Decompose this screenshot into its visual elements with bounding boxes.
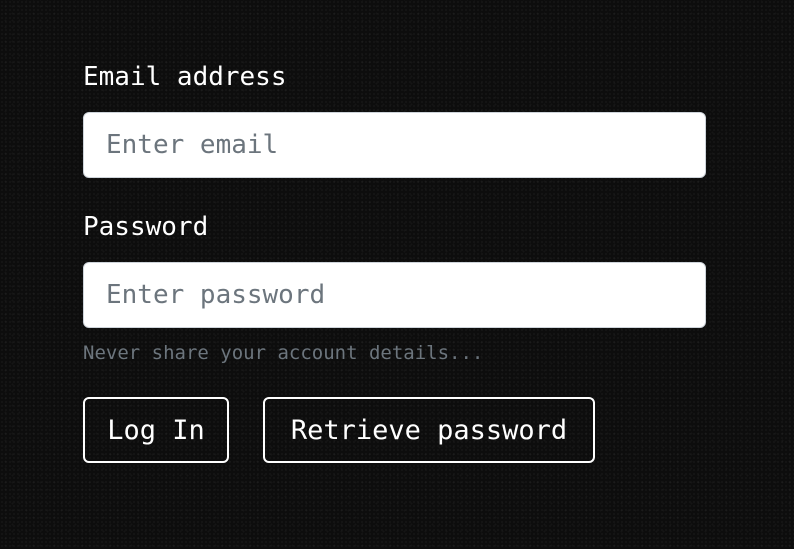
email-label: Email address xyxy=(83,62,287,92)
help-text: Never share your account details... xyxy=(83,342,484,364)
password-label: Password xyxy=(83,212,209,242)
retrieve-password-button[interactable]: Retrieve password xyxy=(263,397,595,463)
login-button[interactable]: Log In xyxy=(83,397,229,463)
password-input[interactable] xyxy=(83,262,706,328)
email-input[interactable] xyxy=(83,112,706,178)
